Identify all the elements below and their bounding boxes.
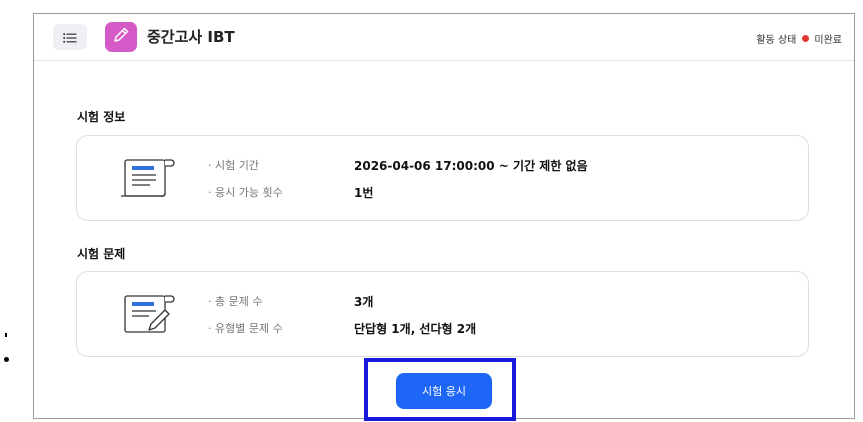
menu-button[interactable]	[53, 24, 87, 50]
exam-info-card: · 시험 기간 2026-04-06 17:00:00 ~ 기간 제한 없음 ·…	[76, 135, 809, 221]
status-label: 활동 상태	[756, 35, 797, 46]
page-title: 중간고사 IBT	[147, 28, 235, 46]
questions-by-type-value: 단답형 1개, 선다형 2개	[354, 322, 477, 336]
questions-by-type-label: · 유형별 문제 수	[208, 322, 283, 335]
activity-app-icon	[105, 22, 137, 52]
exam-questions-heading: 시험 문제	[77, 247, 126, 261]
exam-info-heading: 시험 정보	[77, 110, 126, 124]
pencil-icon	[112, 26, 130, 48]
activity-status: 활동 상태 미완료	[756, 31, 842, 46]
activity-window: 중간고사 IBT 활동 상태 미완료 시험 정보 · 시험 기간 2026-04…	[33, 13, 855, 421]
status-dot	[802, 35, 810, 42]
exam-period-value: 2026-04-06 17:00:00 ~ 기간 제한 없음	[354, 159, 588, 173]
exam-questions-card: · 총 문제 수 3개 · 유형별 문제 수 단답형 1개, 선다형 2개	[76, 271, 809, 357]
document-pencil-icon	[119, 292, 179, 342]
list-menu-icon	[63, 28, 77, 47]
side-mark	[5, 333, 7, 337]
side-dot	[4, 357, 9, 362]
attempts-label: · 응시 가능 횟수	[208, 186, 283, 199]
attempts-value: 1번	[354, 186, 374, 200]
total-questions-label: · 총 문제 수	[208, 295, 263, 308]
start-exam-button[interactable]: 시험 응시	[396, 373, 492, 409]
top-bar: 중간고사 IBT 활동 상태 미완료	[34, 14, 854, 61]
status-badge: 미완료	[814, 35, 842, 46]
exam-period-label: · 시험 기간	[208, 159, 259, 172]
document-scroll-icon	[119, 156, 179, 206]
total-questions-value: 3개	[354, 295, 374, 309]
